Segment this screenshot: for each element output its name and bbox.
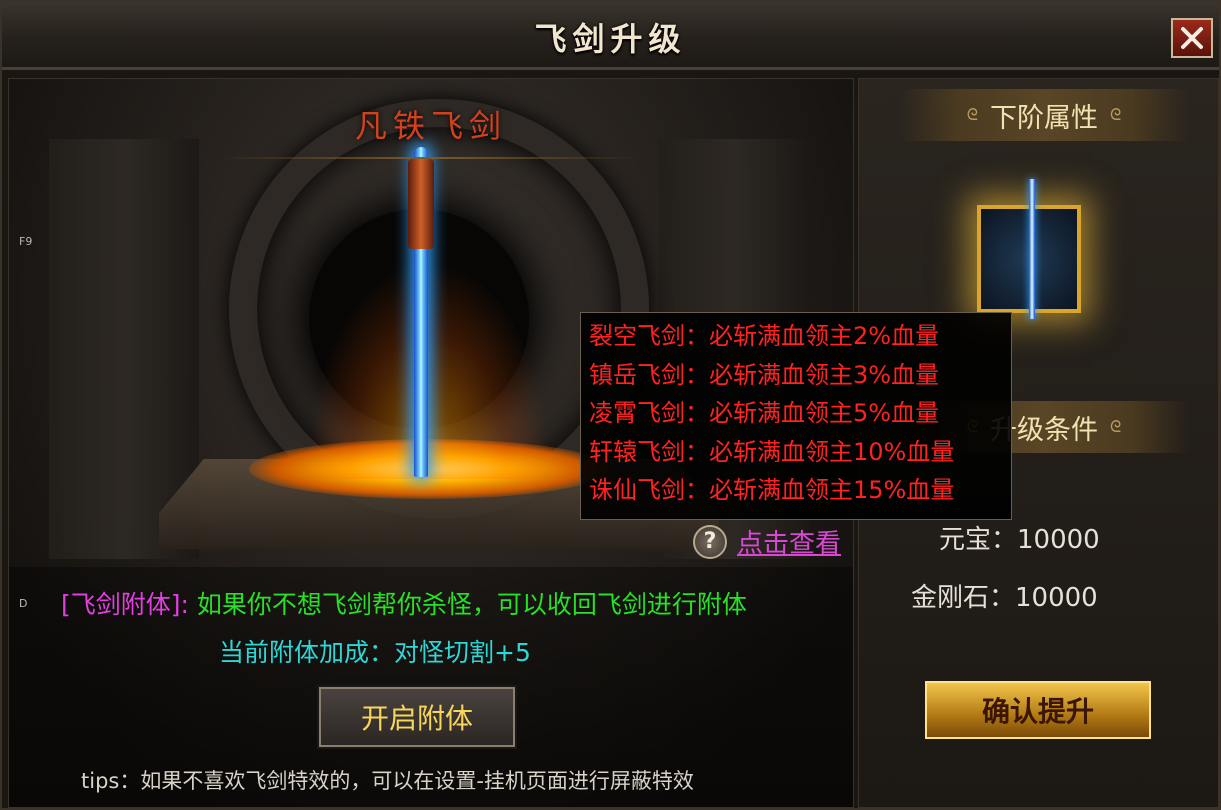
window-title: 飞剑升级 [534, 20, 687, 58]
swirl-icon: ᘓ [1110, 105, 1122, 124]
bonus-label: 当前附体加成： [219, 638, 395, 667]
enable-attach-button[interactable]: 开启附体 [317, 685, 517, 749]
tooltip-line: 凌霄飞剑：必斩满血领主5%血量 [589, 399, 940, 427]
tooltip-line: 诛仙飞剑：必斩满血领主15%血量 [589, 476, 955, 504]
swirl-icon: ᘓ [966, 105, 978, 124]
close-button[interactable] [1171, 18, 1213, 58]
sword-name: 凡铁飞剑 [354, 107, 507, 145]
confirm-upgrade-button[interactable]: 确认提升 [925, 681, 1151, 739]
fire-effect [309, 259, 549, 479]
next-attr-title: 下阶属性 [990, 102, 1098, 134]
tips-text: tips：如果不喜欢飞剑特效的，可以在设置-挂机页面进行屏蔽特效 [81, 769, 694, 793]
close-icon [1181, 27, 1203, 49]
question-icon[interactable]: ? [693, 524, 727, 559]
next-sword-slot[interactable] [977, 179, 1081, 319]
help-link-group[interactable]: ? 点击查看 [693, 523, 841, 560]
cost-yuanbao: 元宝：10000 [939, 525, 1100, 555]
view-details-link[interactable]: 点击查看 [737, 523, 841, 560]
upgrade-window: 飞剑升级 凡铁飞剑 F9 D ? 点击查看 [飞剑附体]: 如果你不想飞剑帮你杀… [0, 0, 1221, 810]
tooltip-line: 镇岳飞剑：必斩满血领主3%血量 [589, 360, 940, 389]
sword-icon [1029, 179, 1035, 319]
tooltip-line: 轩辕飞剑：必斩满血领主10%血量 [589, 437, 955, 466]
bonus-value: 对怪切割+5 [394, 638, 531, 667]
sword-tiers-tooltip: 裂空飞剑：必斩满血领主2%血量 镇岳飞剑：必斩满血领主3%血量 凌霄飞剑：必斩满… [580, 312, 1012, 520]
swirl-icon: ᘓ [1110, 417, 1122, 436]
tooltip-line: 裂空飞剑：必斩满血领主2%血量 [589, 322, 940, 350]
attach-text: 如果你不想飞剑帮你杀怪，可以收回飞剑进行附体 [196, 590, 747, 619]
hotkey-d: D [19, 597, 28, 610]
sword-hilt [408, 159, 434, 249]
cost-diamond: 金刚石：10000 [911, 583, 1098, 613]
attach-label: [飞剑附体]: [61, 590, 189, 619]
hotkey-f9: F9 [19, 235, 33, 248]
attach-description: [飞剑附体]: 如果你不想飞剑帮你杀怪，可以收回飞剑进行附体 [61, 585, 747, 621]
attach-bonus: 当前附体加成：对怪切割+5 [219, 633, 531, 669]
next-attr-header: ᘓ 下阶属性 ᘓ [899, 89, 1189, 141]
name-divider [219, 157, 639, 159]
title-bar: 飞剑升级 [2, 2, 1219, 70]
